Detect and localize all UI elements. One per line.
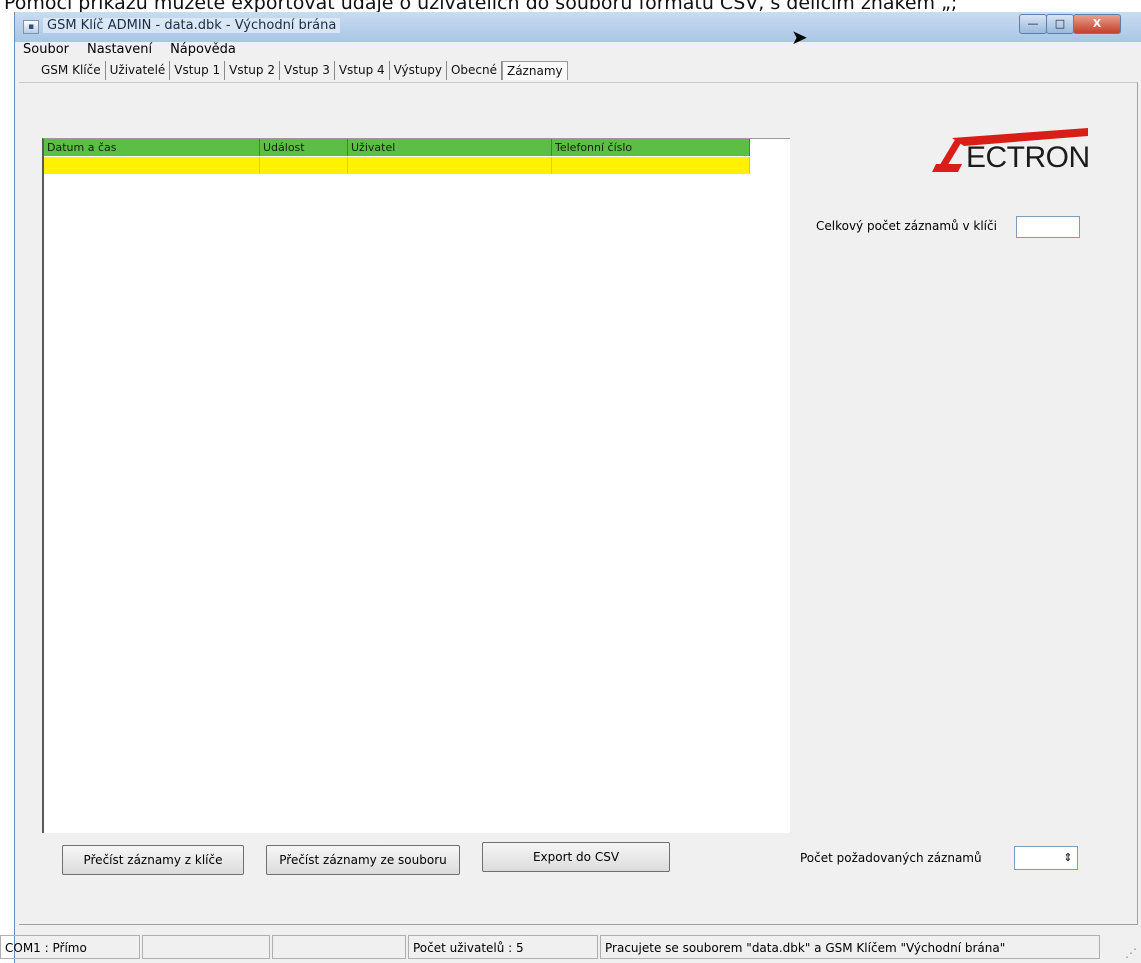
status-users: Počet uživatelů : 5 (408, 935, 598, 959)
resize-grip-icon[interactable]: ⋰ (1125, 946, 1137, 960)
table-header: Datum a čas Událost Uživatel Telefonní č… (44, 139, 750, 156)
table-cell (44, 157, 260, 174)
column-header-event[interactable]: Událost (260, 139, 348, 156)
menu-napoveda[interactable]: Nápověda (168, 42, 238, 60)
tab-vstup-3[interactable]: Vstup 3 (280, 61, 335, 80)
tab-uzivatele[interactable]: Uživatelé (106, 61, 171, 80)
records-total-label: Celkový počet záznamů v klíči (816, 219, 997, 233)
maximize-button[interactable]: □ (1046, 14, 1074, 34)
records-table[interactable]: Datum a čas Událost Uživatel Telefonní č… (42, 138, 790, 833)
status-file-info: Pracujete se souborem "data.dbk" a GSM K… (600, 935, 1100, 959)
tab-vstup-1[interactable]: Vstup 1 (170, 61, 226, 80)
table-row[interactable] (44, 157, 750, 174)
requested-records-spinner[interactable]: ⇕ (1014, 846, 1078, 870)
tab-vystupy[interactable]: Výstupy (390, 61, 447, 80)
menu-bar: Soubor Nastavení Nápověda (21, 42, 238, 60)
status-empty-2 (272, 935, 406, 959)
table-cell (260, 157, 348, 174)
status-empty-1 (142, 935, 270, 959)
export-csv-button[interactable]: Export do CSV (482, 842, 670, 872)
close-button[interactable]: X (1073, 14, 1121, 34)
app-icon: ▪ (23, 20, 39, 34)
requested-records-label: Počet požadovaných záznamů (800, 851, 982, 865)
column-header-user[interactable]: Uživatel (348, 139, 552, 156)
column-header-phone[interactable]: Telefonní číslo (552, 139, 750, 156)
table-cell (552, 157, 750, 174)
status-bar: COM1 : Přímo Počet uživatelů : 5 Pracuje… (0, 935, 1127, 963)
window-title: GSM Klíč ADMIN - data.dbk - Východní brá… (43, 18, 341, 33)
tab-obecne[interactable]: Obecné (447, 61, 502, 80)
tab-gsm-klice[interactable]: GSM Klíče (37, 61, 106, 80)
records-total-field[interactable] (1016, 216, 1080, 238)
mouse-cursor-icon: ➤ (791, 25, 808, 49)
table-cell (348, 157, 552, 174)
minimize-button[interactable]: — (1019, 14, 1047, 34)
tab-vstup-2[interactable]: Vstup 2 (225, 61, 280, 80)
tab-strip: GSM Klíče Uživatelé Vstup 1 Vstup 2 Vstu… (37, 61, 568, 80)
title-bar[interactable]: ▪ GSM Klíč ADMIN - data.dbk - Východní b… (15, 12, 1141, 47)
read-records-from-file-button[interactable]: Přečíst záznamy ze souboru (266, 845, 460, 875)
logo-s-base (932, 164, 962, 172)
read-records-from-key-button[interactable]: Přečíst záznamy z klíče (62, 845, 244, 875)
column-header-datetime[interactable]: Datum a čas (44, 139, 260, 156)
tab-vstup-4[interactable]: Vstup 4 (335, 61, 390, 80)
status-port: COM1 : Přímo (0, 935, 140, 959)
menu-nastaveni[interactable]: Nastavení (85, 42, 154, 60)
menu-soubor[interactable]: Soubor (21, 42, 71, 60)
tab-zaznamy[interactable]: Záznamy (501, 61, 568, 80)
logo-text: ECTRON (966, 141, 1090, 174)
spinner-arrows-icon[interactable]: ⇕ (1061, 849, 1075, 867)
